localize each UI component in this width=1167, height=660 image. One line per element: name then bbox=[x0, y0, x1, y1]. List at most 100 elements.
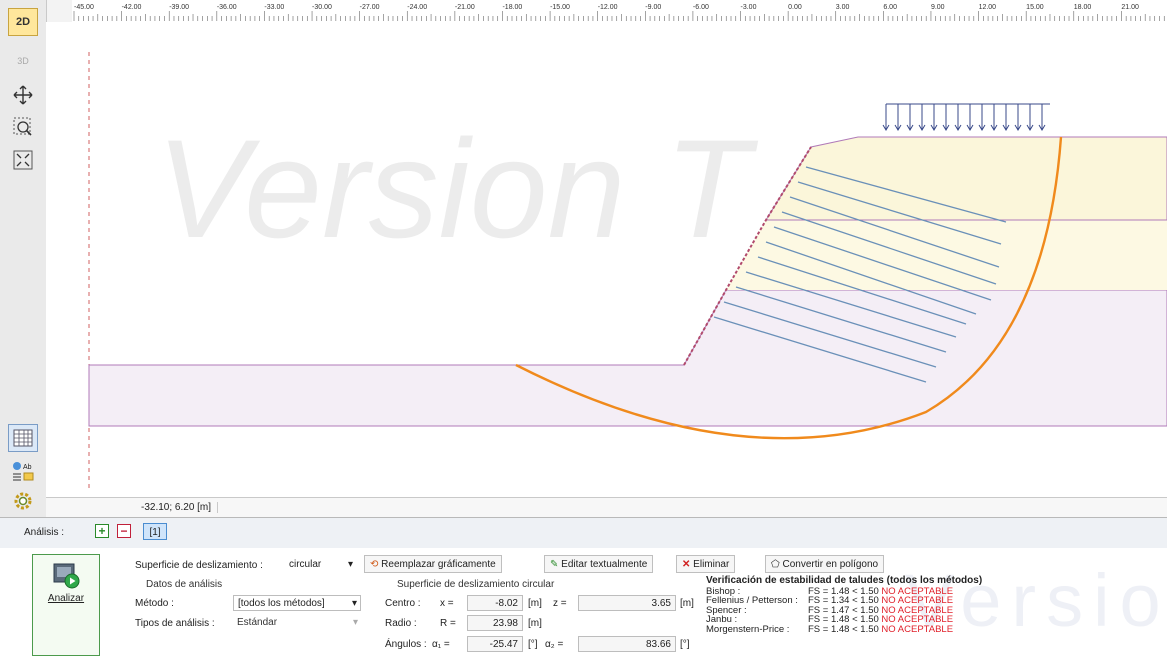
center-z-field[interactable]: 3.65 bbox=[578, 595, 676, 611]
ruler-tick-label: -30.00 bbox=[312, 4, 332, 11]
slip-surface-type-select[interactable]: circular ▾ bbox=[285, 557, 355, 573]
z-label: z = bbox=[553, 598, 567, 609]
radius-field[interactable]: 23.98 bbox=[467, 615, 523, 631]
center-label: Centro : bbox=[385, 598, 421, 609]
circular-surface-group: Superficie de deslizamiento circular bbox=[397, 579, 555, 590]
ruler-tick-label: -33.00 bbox=[264, 4, 284, 11]
cursor-coordinates: -32.10; 6.20 [m] bbox=[141, 502, 219, 513]
center-x-field[interactable]: -8.02 bbox=[467, 595, 523, 611]
ruler-tick-label: 21.00 bbox=[1121, 4, 1139, 11]
ruler-tick-label: 18.00 bbox=[1074, 4, 1092, 11]
move-icon[interactable] bbox=[8, 81, 38, 109]
radius-label: Radio : bbox=[385, 618, 417, 629]
ruler-tick-label: -6.00 bbox=[693, 4, 709, 11]
r-label: R = bbox=[440, 618, 456, 629]
middle-soil-layer bbox=[726, 220, 1167, 290]
slip-surface-type-value: circular bbox=[289, 559, 322, 570]
method-label: Método : bbox=[135, 598, 174, 609]
ruler-tick-label: -42.00 bbox=[122, 4, 142, 11]
edit-label: Editar textualmente bbox=[561, 559, 648, 570]
mode-2d-button[interactable]: 2D bbox=[8, 8, 38, 36]
drawing-canvas[interactable]: Version T bbox=[46, 22, 1167, 497]
analysis-types-value: Estándar bbox=[237, 617, 278, 628]
ruler-tick-label: -45.00 bbox=[74, 4, 94, 11]
analysis-types-select[interactable]: Estándar ▾ bbox=[233, 615, 361, 631]
replace-label: Reemplazar gráficamente bbox=[381, 559, 496, 570]
ruler-tick-label: -15.00 bbox=[550, 4, 570, 11]
replace-graphically-button[interactable]: ⟲ Reemplazar gráficamente bbox=[364, 555, 502, 573]
alpha1-field[interactable]: -25.47 bbox=[467, 636, 523, 652]
chevron-down-icon: ▾ bbox=[352, 617, 358, 628]
delete-label: Eliminar bbox=[693, 559, 730, 570]
method-select[interactable]: [todos los métodos] ▾ bbox=[233, 595, 361, 611]
ruler-tick-label: -9.00 bbox=[645, 4, 661, 11]
replace-icon: ⟲ bbox=[370, 559, 379, 570]
analyze-label: Analizar bbox=[47, 593, 85, 604]
r-unit: [m] bbox=[528, 618, 542, 629]
angles-label: Ángulos : bbox=[385, 639, 427, 650]
x-label: x = bbox=[440, 598, 454, 609]
ruler-tick-label: 9.00 bbox=[931, 4, 945, 11]
slip-surface-label: Superficie de deslizamiento : bbox=[135, 560, 263, 571]
ruler-tick-label: -39.00 bbox=[169, 4, 189, 11]
alpha1-label: α₁ = bbox=[432, 639, 450, 650]
result-value: FS = 1.48 < 1.50 NO ACEPTABLE bbox=[808, 623, 954, 635]
lower-soil-layer bbox=[88, 289, 1167, 427]
table-icon[interactable] bbox=[8, 424, 38, 452]
remove-stage-button[interactable]: − bbox=[117, 524, 131, 538]
zoom-window-icon[interactable] bbox=[8, 113, 38, 141]
stage-bar: Análisis : + − [1] bbox=[0, 518, 1167, 548]
result-status: NO ACEPTABLE bbox=[881, 623, 954, 635]
ruler-tick-label: -24.00 bbox=[407, 4, 427, 11]
zoom-extents-icon[interactable] bbox=[8, 146, 38, 174]
watermark-text: Version T bbox=[156, 110, 758, 267]
edit-icon: ✎ bbox=[550, 559, 559, 570]
horizontal-ruler: -45.00 -42.00 -39.00 -36.00 -33.00 -30.00 -27.… bbox=[72, 0, 1167, 23]
convert-polygon-button[interactable]: ⬠ Convertir en polígono bbox=[765, 555, 885, 573]
ruler-tick-label: 12.00 bbox=[979, 4, 997, 11]
ruler-tick-label: -18.00 bbox=[502, 4, 522, 11]
legend-icon[interactable]: Ab bbox=[8, 457, 38, 485]
alpha2-field[interactable]: 83.66 bbox=[578, 636, 676, 652]
chevron-down-icon: ▾ bbox=[351, 598, 357, 609]
x-unit: [m] bbox=[528, 598, 542, 609]
ruler-tick-label: 0.00 bbox=[788, 4, 802, 11]
add-stage-button[interactable]: + bbox=[95, 524, 109, 538]
polygon-icon: ⬠ bbox=[771, 559, 780, 570]
delete-button[interactable]: ✕ Eliminar bbox=[676, 555, 736, 573]
edit-textually-button[interactable]: ✎ Editar textualmente bbox=[544, 555, 654, 573]
analysis-panel: Análisis : + − [1] Analizar Superficie d… bbox=[0, 517, 1167, 660]
result-method: Morgenstern-Price : bbox=[706, 623, 790, 635]
analysis-data-group: Datos de análisis bbox=[146, 579, 223, 590]
alpha1-unit: [°] bbox=[528, 639, 538, 650]
ruler-tick-label: 3.00 bbox=[836, 4, 850, 11]
stage-tab-1[interactable]: [1] bbox=[143, 523, 167, 540]
ruler-tick-label: -21.00 bbox=[455, 4, 475, 11]
delete-icon: ✕ bbox=[682, 559, 691, 570]
ruler-tick-label: 15.00 bbox=[1026, 4, 1044, 11]
alpha2-label: α₂ = bbox=[545, 639, 564, 650]
ruler-tick-label: -27.00 bbox=[360, 4, 380, 11]
upper-soil-layer bbox=[765, 136, 1167, 221]
method-value: [todos los métodos] bbox=[238, 598, 325, 609]
settings-icon[interactable] bbox=[8, 487, 38, 515]
svg-text:Ab: Ab bbox=[23, 464, 32, 471]
ruler-tick-label: -36.00 bbox=[217, 4, 237, 11]
z-unit: [m] bbox=[680, 598, 694, 609]
result-fs: FS = 1.48 < 1.50 bbox=[808, 623, 879, 635]
view-toolbar: 2D 3D Ab bbox=[0, 0, 47, 517]
analysis-types-label: Tipos de análisis : bbox=[135, 618, 215, 629]
chevron-down-icon: ▾ bbox=[347, 559, 353, 570]
analyze-icon bbox=[53, 563, 80, 589]
stage-label: Análisis : bbox=[24, 527, 65, 538]
alpha2-unit: [°] bbox=[680, 639, 690, 650]
verification-title: Verificación de estabilidad de taludes (… bbox=[706, 575, 983, 586]
ruler-tick-label: 6.00 bbox=[883, 4, 897, 11]
ruler-tick-label: -3.00 bbox=[741, 4, 757, 11]
analyze-button[interactable]: Analizar bbox=[32, 554, 100, 656]
verification-results: Verificación de estabilidad de taludes (… bbox=[706, 576, 982, 634]
convert-label: Convertir en polígono bbox=[782, 559, 879, 570]
surcharge-load bbox=[882, 103, 1050, 131]
mode-3d-button[interactable]: 3D bbox=[8, 47, 38, 75]
ruler-tick-label: -12.00 bbox=[598, 4, 618, 11]
